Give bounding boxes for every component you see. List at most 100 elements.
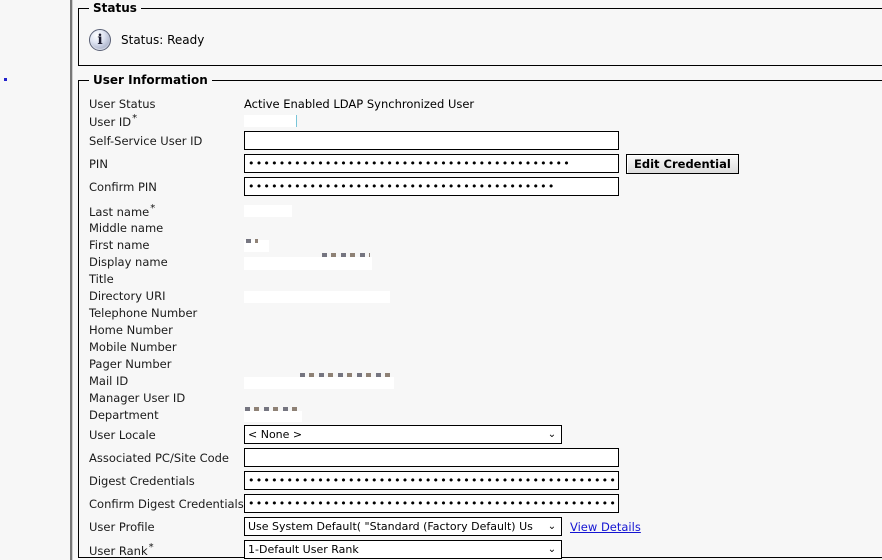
input-pin[interactable]: ••••••••••••••••••••••••••••••••••••••••… bbox=[244, 154, 619, 173]
label-mobile-number: Mobile Number bbox=[89, 339, 177, 354]
label-department: Department bbox=[89, 407, 159, 422]
label-title: Title bbox=[89, 271, 114, 286]
label-user-rank-text: User Rank bbox=[89, 543, 148, 558]
value-department[interactable] bbox=[244, 407, 302, 422]
field-row-confirm-digest-credentials: Confirm Digest Credentials •••••••••••••… bbox=[89, 492, 882, 515]
value-directory-uri[interactable] bbox=[244, 288, 390, 303]
field-row-confirm-pin: Confirm PIN ••••••••••••••••••••••••••••… bbox=[89, 175, 882, 198]
label-user-rank: User Rank* bbox=[89, 541, 244, 558]
field-row-display-name: Display name bbox=[89, 253, 882, 270]
redaction-user-id-edge bbox=[296, 114, 297, 127]
redaction-department-smudge bbox=[245, 407, 301, 411]
edit-credential-button[interactable]: Edit Credential bbox=[626, 153, 739, 174]
label-manager-user-id: Manager User ID bbox=[89, 390, 186, 405]
field-row-digest-credentials: Digest Credentials •••••••••••••••••••••… bbox=[89, 469, 882, 492]
field-row-user-rank: User Rank* 1-Default User Rank ⌄ bbox=[89, 538, 882, 560]
label-home-number: Home Number bbox=[89, 322, 173, 337]
info-icon: i bbox=[89, 29, 111, 51]
field-row-first-name: First name bbox=[89, 236, 882, 253]
field-row-last-name: Last name* bbox=[89, 202, 882, 219]
label-self-service-user-id: Self-Service User ID bbox=[89, 133, 203, 148]
status-panel: Status i Status: Ready bbox=[78, 1, 882, 66]
status-message: Status: Ready bbox=[121, 33, 205, 47]
select-user-profile-value: Use System Default( "Standard (Factory D… bbox=[248, 520, 533, 533]
label-directory-uri: Directory URI bbox=[89, 288, 166, 303]
field-row-manager-user-id: Manager User ID bbox=[89, 389, 882, 406]
value-display-name[interactable] bbox=[244, 253, 372, 270]
select-user-rank-value: 1-Default User Rank bbox=[248, 543, 359, 556]
label-pin: PIN bbox=[89, 156, 108, 171]
redaction-directory-uri bbox=[244, 291, 390, 303]
redaction-display-name-smudge bbox=[322, 253, 370, 257]
required-marker-user-id: * bbox=[132, 113, 138, 125]
required-marker-last-name: * bbox=[150, 203, 156, 215]
user-information-form: User Status Active Enabled LDAP Synchron… bbox=[89, 95, 882, 560]
select-user-profile[interactable]: Use System Default( "Standard (Factory D… bbox=[244, 517, 562, 536]
field-row-telephone-number: Telephone Number bbox=[89, 304, 882, 321]
field-row-user-locale: User Locale < None > ⌄ bbox=[89, 423, 882, 446]
field-row-department: Department bbox=[89, 406, 882, 423]
field-row-title: Title bbox=[89, 270, 882, 287]
label-last-name: Last name* bbox=[89, 202, 244, 219]
label-pager-number: Pager Number bbox=[89, 356, 172, 371]
chevron-down-icon: ⌄ bbox=[547, 428, 557, 440]
label-display-name: Display name bbox=[89, 254, 168, 269]
value-last-name[interactable] bbox=[244, 204, 292, 217]
label-user-profile: User Profile bbox=[89, 519, 155, 534]
chevron-down-icon: ⌄ bbox=[547, 543, 557, 555]
value-mail-id[interactable] bbox=[244, 372, 394, 389]
field-row-self-service-user-id: Self-Service User ID bbox=[89, 129, 882, 152]
label-user-id: User ID* bbox=[89, 112, 244, 129]
value-first-name[interactable] bbox=[244, 237, 269, 252]
label-confirm-digest-credentials: Confirm Digest Credentials bbox=[89, 496, 244, 511]
input-confirm-pin[interactable]: •••••••••••••••••••••••••••••••••••••••• bbox=[244, 177, 619, 196]
redaction-last-name bbox=[244, 204, 292, 217]
input-confirm-digest-credentials[interactable]: ••••••••••••••••••••••••••••••••••••••••… bbox=[244, 494, 619, 513]
label-first-name: First name bbox=[89, 237, 150, 252]
stray-pixel-artifact bbox=[4, 78, 7, 81]
value-user-status: Active Enabled LDAP Synchronized User bbox=[244, 96, 475, 111]
chevron-down-icon: ⌄ bbox=[547, 520, 557, 532]
user-information-legend: User Information bbox=[89, 73, 212, 87]
page-root: Status i Status: Ready User Information … bbox=[0, 0, 882, 560]
field-row-pin: PIN ••••••••••••••••••••••••••••••••••••… bbox=[89, 152, 882, 175]
status-row: i Status: Ready bbox=[89, 29, 204, 51]
input-digest-credentials[interactable]: ••••••••••••••••••••••••••••••••••••••••… bbox=[244, 471, 619, 490]
field-row-user-profile: User Profile Use System Default( "Standa… bbox=[89, 515, 882, 538]
redaction-mail-id bbox=[244, 376, 394, 389]
label-user-id-text: User ID bbox=[89, 114, 132, 129]
label-last-name-text: Last name bbox=[89, 204, 150, 219]
required-marker-user-rank: * bbox=[148, 542, 154, 554]
redaction-mail-id-smudge bbox=[300, 372, 392, 377]
label-user-locale: User Locale bbox=[89, 427, 156, 442]
label-mail-id: Mail ID bbox=[89, 373, 129, 388]
input-self-service-user-id[interactable] bbox=[244, 131, 619, 150]
redaction-display-name bbox=[244, 257, 372, 270]
label-digest-credentials: Digest Credentials bbox=[89, 473, 195, 488]
redaction-user-id bbox=[244, 114, 296, 127]
field-row-mail-id: Mail ID bbox=[89, 372, 882, 389]
label-associated-pc-site-code: Associated PC/Site Code bbox=[89, 450, 230, 465]
left-panel-divider-highlight bbox=[72, 0, 73, 560]
field-row-associated-pc-site-code: Associated PC/Site Code bbox=[89, 446, 882, 469]
field-row-pager-number: Pager Number bbox=[89, 355, 882, 372]
label-telephone-number: Telephone Number bbox=[89, 305, 198, 320]
view-details-link[interactable]: View Details bbox=[570, 520, 641, 534]
label-user-status: User Status bbox=[89, 96, 156, 111]
value-user-id[interactable] bbox=[244, 114, 297, 127]
select-user-locale-value: < None > bbox=[248, 428, 303, 441]
select-user-locale[interactable]: < None > ⌄ bbox=[244, 425, 562, 444]
redaction-department bbox=[244, 411, 302, 422]
select-user-rank[interactable]: 1-Default User Rank ⌄ bbox=[244, 540, 562, 559]
status-panel-legend: Status bbox=[89, 1, 141, 15]
field-row-directory-uri: Directory URI bbox=[89, 287, 882, 304]
input-associated-pc-site-code[interactable] bbox=[244, 448, 619, 467]
field-row-mobile-number: Mobile Number bbox=[89, 338, 882, 355]
field-row-middle-name: Middle name bbox=[89, 219, 882, 236]
field-row-user-id: User ID* bbox=[89, 112, 882, 129]
label-middle-name: Middle name bbox=[89, 220, 164, 235]
field-row-home-number: Home Number bbox=[89, 321, 882, 338]
field-row-user-status: User Status Active Enabled LDAP Synchron… bbox=[89, 95, 882, 112]
label-confirm-pin: Confirm PIN bbox=[89, 179, 157, 194]
redaction-first-name-smudge bbox=[246, 239, 258, 243]
